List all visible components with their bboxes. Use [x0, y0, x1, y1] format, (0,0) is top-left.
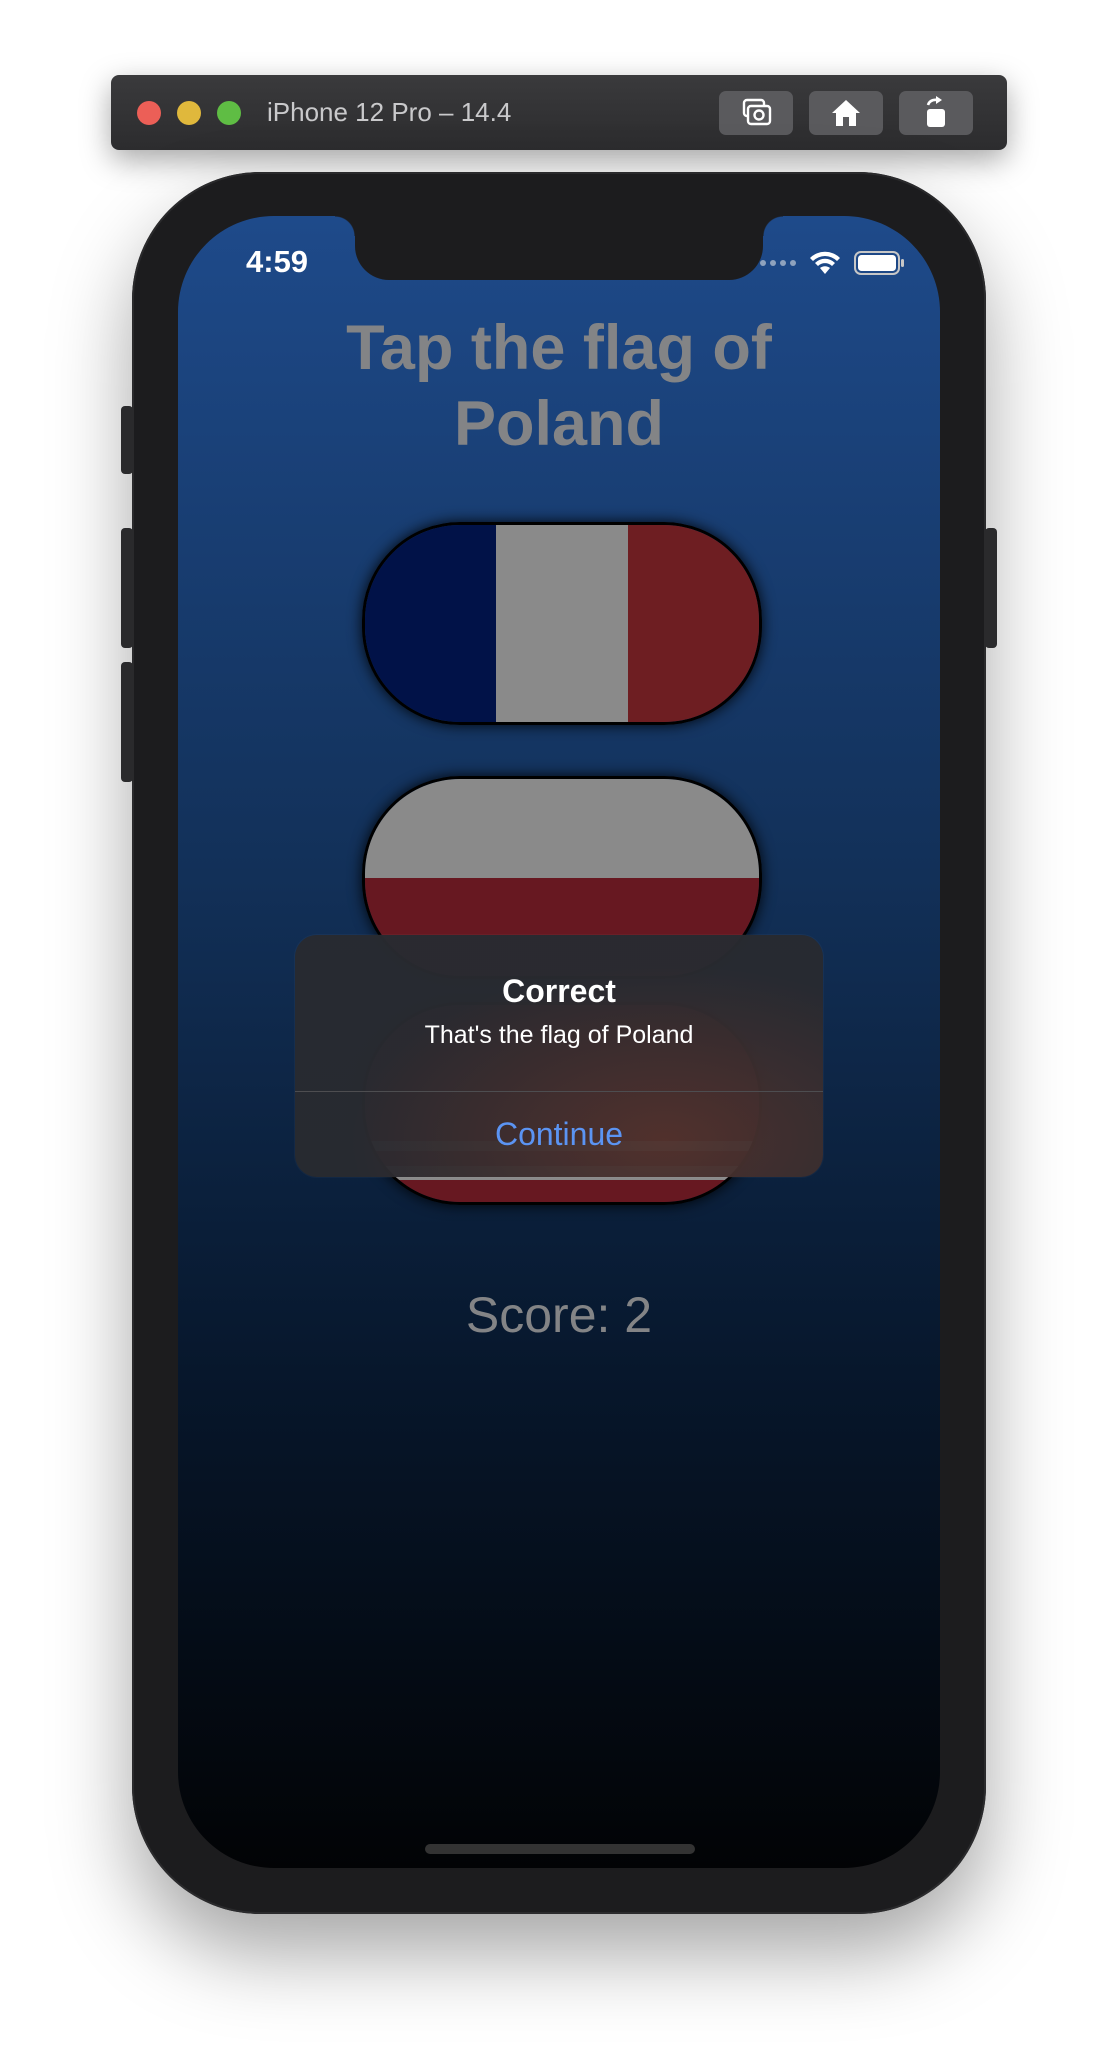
notch: [335, 216, 783, 280]
prompt-line-2: Poland: [453, 389, 664, 459]
screenshot-button[interactable]: [719, 91, 793, 135]
rotate-icon: [926, 96, 945, 127]
battery-icon: [854, 251, 904, 275]
minimize-window-button[interactable]: [177, 101, 201, 125]
status-icons: [760, 250, 904, 276]
silent-switch: [121, 406, 133, 474]
flag-stripe: [627, 525, 759, 722]
zoom-window-button[interactable]: [217, 101, 241, 125]
home-button[interactable]: [809, 91, 883, 135]
signal-dots-icon: [760, 260, 796, 266]
phone-screen: 4:59 Tap the flag of Poland Score: 2 Cor…: [178, 216, 940, 1868]
prompt-line-1: Tap the flag of: [346, 313, 772, 383]
power-button: [985, 528, 997, 648]
rotate-button[interactable]: [899, 91, 973, 135]
wifi-icon: [810, 251, 840, 274]
close-window-button[interactable]: [137, 101, 161, 125]
alert-message: That's the flag of Poland: [424, 1021, 694, 1049]
volume-down-button: [121, 662, 133, 782]
volume-up-button: [121, 528, 133, 648]
home-icon: [832, 100, 860, 126]
home-indicator[interactable]: [425, 1844, 695, 1854]
flag-button-france[interactable]: [362, 522, 762, 725]
flag-stripe: [365, 525, 497, 722]
score-label: Score: 2: [465, 1287, 653, 1343]
status-time: 4:59: [246, 244, 309, 279]
flag-stripe: [365, 779, 759, 878]
screenshot-icon: [742, 98, 772, 126]
flag-stripe: [496, 525, 628, 722]
question-prompt: Tap the flag of Poland: [178, 310, 940, 462]
alert-title: Correct: [502, 973, 616, 1009]
result-alert: Correct That's the flag of Poland Contin…: [295, 935, 823, 1177]
simulator-titlebar: iPhone 12 Pro – 14.4: [111, 75, 1007, 150]
continue-button[interactable]: Continue: [295, 1092, 823, 1177]
simulator-title: iPhone 12 Pro – 14.4: [267, 97, 512, 127]
